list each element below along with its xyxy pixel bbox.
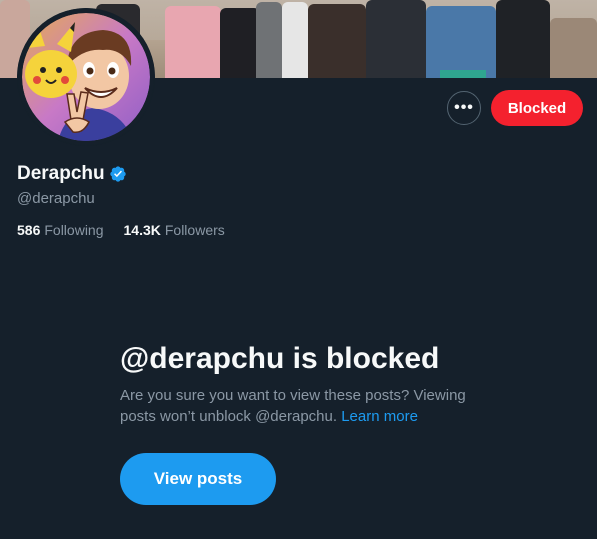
more-options-button[interactable]: ••• (447, 91, 481, 125)
display-name-row: Derapchu (17, 163, 127, 185)
followers-count: 14.3K (123, 222, 161, 238)
following-label: Following (44, 222, 104, 238)
profile-page: ••• Blocked Derapchu @derapchu 586 Follo… (0, 0, 597, 539)
blocked-button-label: Blocked (507, 99, 567, 117)
following-link[interactable]: 586 Following (17, 222, 104, 238)
blocked-notice-title: @derapchu is blocked (120, 342, 440, 375)
follow-stats: 586 Following 14.3K Followers (17, 222, 245, 238)
following-count: 586 (17, 222, 41, 238)
followers-link[interactable]: 14.3K Followers (124, 222, 225, 238)
more-options-icon: ••• (454, 99, 474, 116)
profile-avatar[interactable] (17, 8, 155, 146)
verified-badge-icon[interactable] (109, 165, 127, 183)
display-name: Derapchu (17, 163, 105, 184)
followers-label: Followers (164, 222, 225, 238)
learn-more-link[interactable]: Learn more (341, 408, 418, 425)
avatar-illustration (17, 8, 155, 146)
blocked-notice-description: Are you sure you want to view these post… (120, 385, 500, 427)
view-posts-button[interactable]: View posts (120, 453, 276, 505)
profile-handle: @derapchu (17, 190, 95, 207)
blocked-button[interactable]: Blocked (491, 90, 583, 126)
view-posts-label: View posts (153, 469, 243, 488)
